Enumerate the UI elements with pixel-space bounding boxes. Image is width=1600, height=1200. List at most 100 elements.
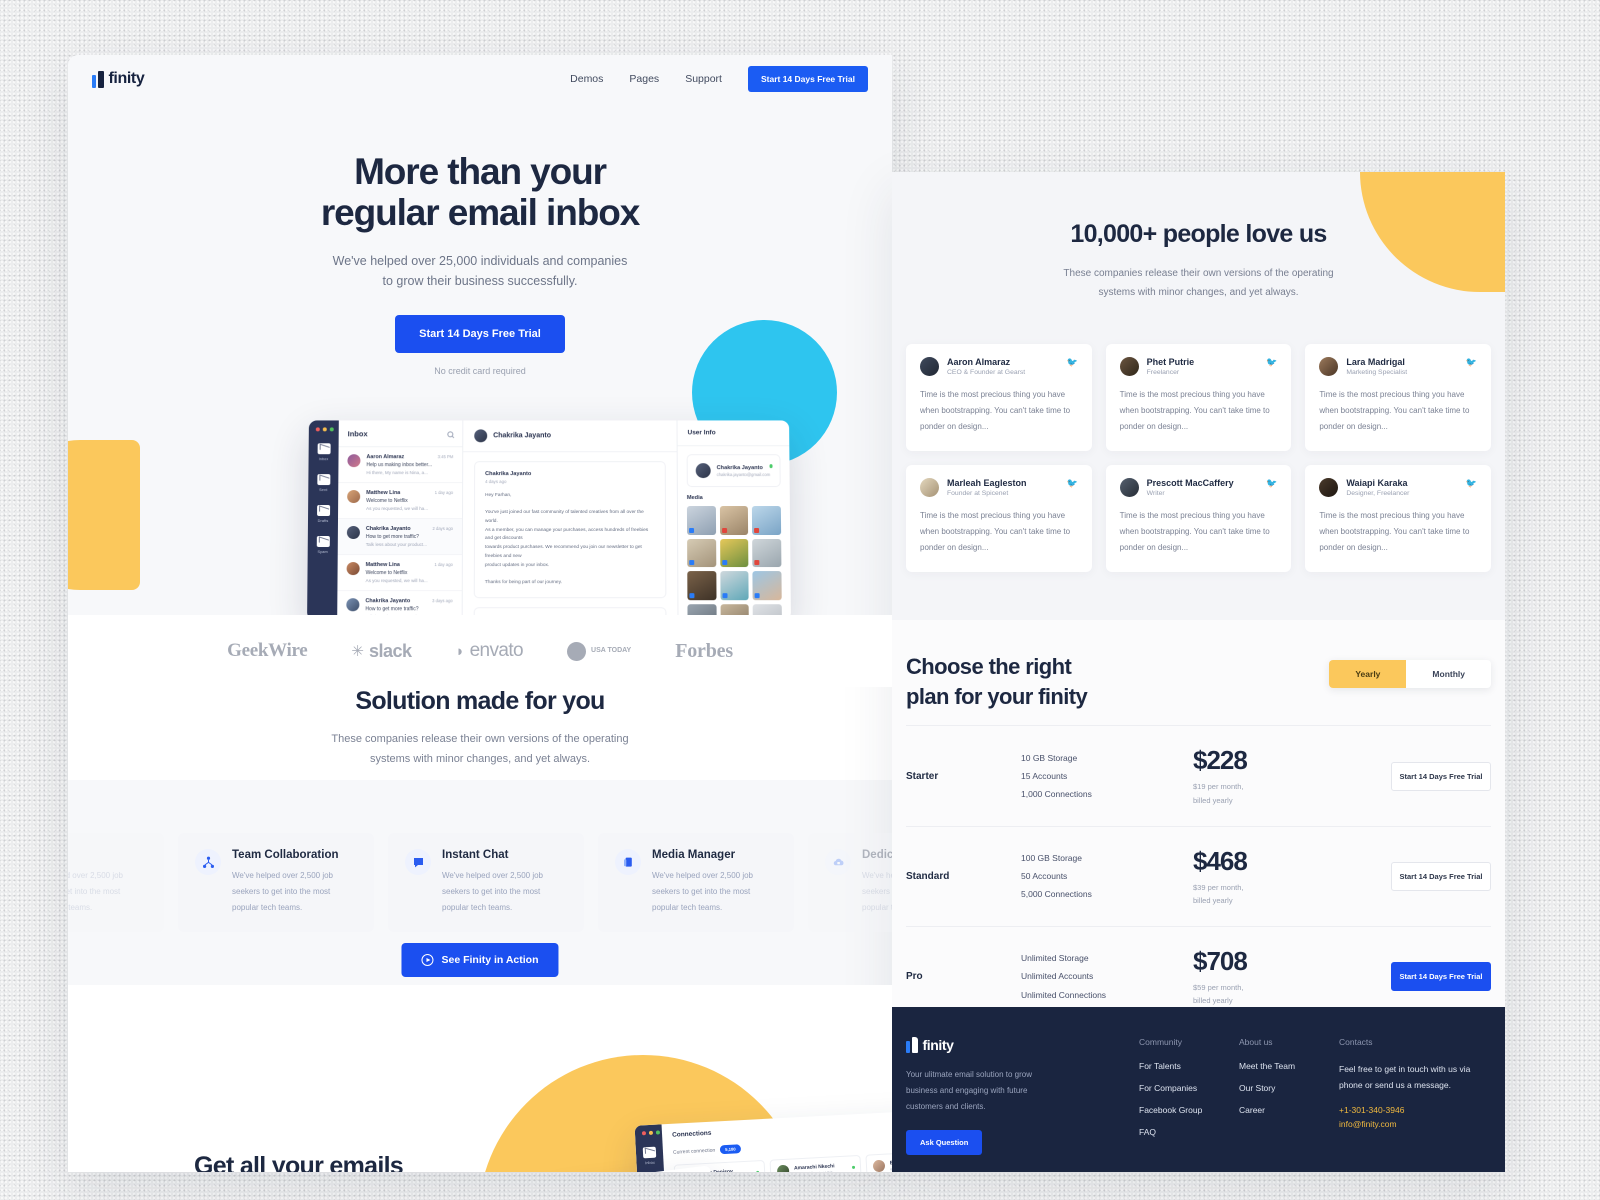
testimonial-role: Marketing Specialist — [1346, 369, 1408, 376]
media-thumbnail[interactable] — [719, 506, 749, 535]
hero-trial-button[interactable]: Start 14 Days Free Trial — [395, 315, 565, 354]
feature-card-leads[interactable]: Leads We've helped over 2,500 job seeker… — [68, 833, 164, 932]
footer-link-meet-the-team[interactable]: Meet the Team — [1239, 1061, 1321, 1071]
footer-email-link[interactable]: info@finity.com — [1339, 1119, 1470, 1129]
mockup-rail-inbox[interactable]: Inbox — [309, 443, 339, 461]
plan-trial-button[interactable]: Start 14 Days Free Trial — [1391, 761, 1491, 791]
email-list-item[interactable]: Matthew Lina 1 day ago Welcome to Netflix… — [338, 483, 463, 520]
testimonial-card: Lara Madrigal Marketing Specialist 🐦 Tim… — [1305, 344, 1491, 451]
plan-price-sub: $39 per month, billed yearly — [1193, 881, 1391, 907]
testimonial-name: Aaron Almaraz — [947, 357, 1011, 367]
footer-logo[interactable]: finity — [906, 1037, 1121, 1053]
mockup-rail-drafts[interactable]: Drafts — [308, 505, 338, 523]
nav-trial-button[interactable]: Start 14 Days Free Trial — [747, 66, 868, 92]
message-body-line: As a member, you can manage your purchas… — [484, 527, 649, 542]
reader-header: Chakrika Jayanto — [463, 420, 677, 453]
plan-price-billing: billed yearly — [1193, 996, 1233, 1005]
hero-subtitle-line1: We've helped over 25,000 individuals and… — [332, 253, 628, 268]
plan-trial-button[interactable]: Start 14 Days Free Trial — [1391, 962, 1491, 991]
email-preview: Talk less about your product... — [365, 542, 427, 548]
footer-link-for-companies[interactable]: For Companies — [1139, 1083, 1221, 1093]
toggle-yearly[interactable]: Yearly — [1329, 660, 1407, 688]
logo-forbes: Forbes — [675, 639, 733, 662]
nav-link-pages[interactable]: Pages — [629, 73, 659, 85]
feature-title: Team Collaboration — [232, 849, 339, 861]
footer-heading: Contacts — [1339, 1037, 1373, 1047]
brand-logo[interactable]: finity — [92, 70, 145, 88]
media-thumbnail[interactable] — [719, 538, 749, 568]
connection-card[interactable]: Amarachi Nkechimarie.elddlmariano.biz — [769, 1154, 862, 1172]
feature-title: Leads — [68, 849, 147, 861]
testimonial-quote: Time is the most precious thing you have… — [1119, 511, 1270, 552]
twitter-icon[interactable]: 🐦 — [1066, 478, 1077, 489]
feature-desc: We've helped over 2,500 job seekers to g… — [68, 871, 124, 912]
media-thumbnail[interactable] — [752, 571, 782, 601]
plan-trial-button[interactable]: Start 14 Days Free Trial — [1391, 861, 1491, 891]
testimonial-name: Phet Putrie — [1146, 357, 1195, 367]
testimonial-card: Aaron Almaraz CEO & Founder at Gearst 🐦 … — [906, 344, 1092, 451]
footer-link-facebook-group[interactable]: Facebook Group — [1139, 1105, 1221, 1115]
twitter-icon[interactable]: 🐦 — [1466, 478, 1477, 489]
media-icon — [615, 849, 641, 875]
nav-link-support[interactable]: Support — [685, 73, 722, 85]
spam-icon — [316, 536, 330, 548]
footer-link-for-talents[interactable]: For Talents — [1139, 1061, 1221, 1071]
footer-link-career[interactable]: Career — [1239, 1105, 1321, 1115]
message-sender: Chakrika Jayanto — [485, 471, 532, 478]
feature-card-media-manager[interactable]: Media Manager We've helped over 2,500 jo… — [598, 833, 794, 932]
email-list-item[interactable]: Aaron Almaraz 3:45 PM Help us making inbo… — [338, 447, 463, 484]
avatar — [1319, 357, 1339, 376]
connections-rail-inbox[interactable]: Inbox — [636, 1146, 664, 1165]
footer-description: Your ulitmate email solution to grow bus… — [906, 1067, 1121, 1115]
footer-heading: Community — [1139, 1037, 1182, 1047]
plan-price-monthly: $59 per month, — [1193, 982, 1244, 992]
plan-feature: Unlimited Accounts — [1021, 971, 1094, 982]
network-icon — [195, 849, 221, 875]
footer-link-our-story[interactable]: Our Story — [1239, 1083, 1321, 1093]
footer-link-faq[interactable]: FAQ — [1139, 1127, 1221, 1137]
nav-link-demos[interactable]: Demos — [570, 73, 603, 85]
mockup-rail-sent[interactable]: Sent — [308, 474, 338, 492]
twitter-icon[interactable]: 🐦 — [1266, 357, 1277, 368]
see-in-action-button[interactable]: See Finity in Action — [401, 943, 559, 977]
email-subject: Welcome to Netflix — [365, 570, 408, 577]
sender-name: Chakrika Jayanto — [365, 598, 411, 605]
testimonial-role: Founder at Spicenet — [947, 490, 1009, 497]
feature-desc: We've helped over 2,500 job seekers to g… — [862, 871, 892, 912]
media-thumbnail[interactable] — [687, 571, 717, 601]
media-thumbnail[interactable] — [752, 506, 782, 535]
email-list-item[interactable]: Chakrika Jayanto 2 days ago How to get mo… — [337, 519, 463, 556]
pricing-section: Choose the right plan for your finity Ye… — [892, 620, 1505, 1007]
testimonial-card: Waiapi Karaka Designer, Freelancer 🐦 Tim… — [1305, 465, 1491, 572]
search-icon[interactable] — [447, 430, 454, 437]
contact-text-line1: Feel free to get in touch with us via — [1339, 1064, 1471, 1074]
plan-feature: Unlimited Connections — [1021, 989, 1107, 1000]
twitter-icon[interactable]: 🐦 — [1466, 357, 1477, 368]
billing-period-toggle: Yearly Monthly — [1329, 660, 1491, 688]
media-thumbnail[interactable] — [687, 538, 716, 568]
feature-card-team-collaboration[interactable]: Team Collaboration We've helped over 2,5… — [178, 833, 374, 932]
rail-label: Inbox — [318, 457, 329, 462]
media-thumbnail[interactable] — [719, 571, 749, 601]
media-thumbnail[interactable] — [752, 538, 782, 568]
pricing-header: Choose the right plan for your finity Ye… — [906, 652, 1491, 711]
feature-card-instant-chat[interactable]: Instant Chat We've helped over 2,500 job… — [388, 833, 584, 932]
feature-card-dedicated-support[interactable]: Dedicated Support We've helped over 2,50… — [808, 833, 892, 932]
connection-name: Emelda Scandroot — [889, 1158, 892, 1166]
twitter-icon[interactable]: 🐦 — [1066, 357, 1077, 368]
testimonials-title: 10,000+ people love us — [1070, 220, 1327, 248]
feature-cards-row: Leads We've helped over 2,500 job seeker… — [68, 833, 892, 932]
message-body-line: You've just joined our fast community of… — [484, 509, 644, 524]
toggle-monthly[interactable]: Monthly — [1406, 660, 1491, 688]
feature-desc: We've helped over 2,500 job seekers to g… — [232, 871, 334, 912]
twitter-icon[interactable]: 🐦 — [1266, 478, 1277, 489]
email-app-mockup: Inbox Sent Drafts Spam Inbox Aaron Almar… — [307, 420, 791, 621]
solution-title: Solution made for you — [355, 687, 605, 715]
email-list-item[interactable]: Matthew Lina 1 day ago Welcome to Netflix… — [337, 555, 462, 592]
connection-card[interactable]: Emelda Scandrootveronika.hilldebbiesons.… — [865, 1149, 892, 1172]
footer-phone-link[interactable]: +1-301-340-3946 — [1339, 1105, 1470, 1115]
media-thumbnail[interactable] — [686, 506, 716, 535]
ask-question-button[interactable]: Ask Question — [906, 1130, 983, 1155]
mockup-rail-spam[interactable]: Spam — [308, 536, 338, 554]
inbox-title: Inbox — [347, 429, 368, 439]
